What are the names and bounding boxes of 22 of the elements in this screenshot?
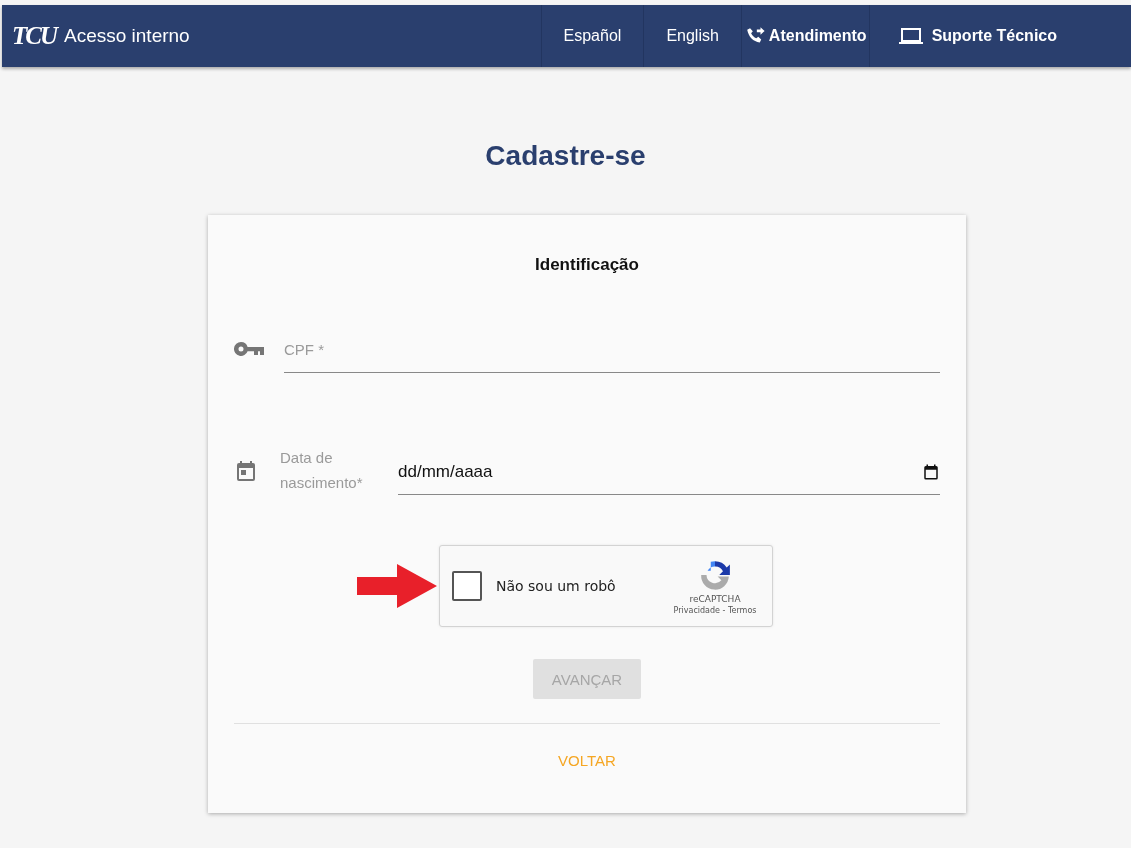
nav-link[interactable]: Atendimento: [740, 5, 869, 67]
captcha-checkbox[interactable]: [452, 571, 482, 601]
arrow-icon: [357, 564, 437, 608]
calendar-icon[interactable]: [922, 463, 940, 481]
link-separator: -: [721, 605, 727, 615]
key-icon: [234, 341, 266, 357]
privacy-link[interactable]: Privacidade: [673, 605, 720, 615]
laptop-icon: [897, 26, 924, 46]
nav-link[interactable]: Suporte Técnico: [868, 5, 1085, 67]
calendar-icon: [234, 459, 258, 483]
cpf-field[interactable]: CPF *: [284, 333, 940, 373]
captcha-label: Não sou um robô: [496, 578, 617, 594]
nav-link[interactable]: Español: [540, 5, 644, 67]
section-title: Identificação: [534, 255, 640, 275]
page-title: Cadastre-se: [484, 139, 647, 173]
birth-date-label: Data de nascimento*: [280, 448, 364, 493]
birth-date-field[interactable]: dd/mm/aaaa: [398, 462, 940, 495]
logo[interactable]: TCU: [12, 22, 56, 50]
app-title: Acesso interno: [64, 25, 190, 47]
terms-link[interactable]: Termos: [728, 605, 757, 615]
nav-link[interactable]: English: [643, 5, 741, 67]
recaptcha-label: reCAPTCHA: [689, 593, 741, 604]
